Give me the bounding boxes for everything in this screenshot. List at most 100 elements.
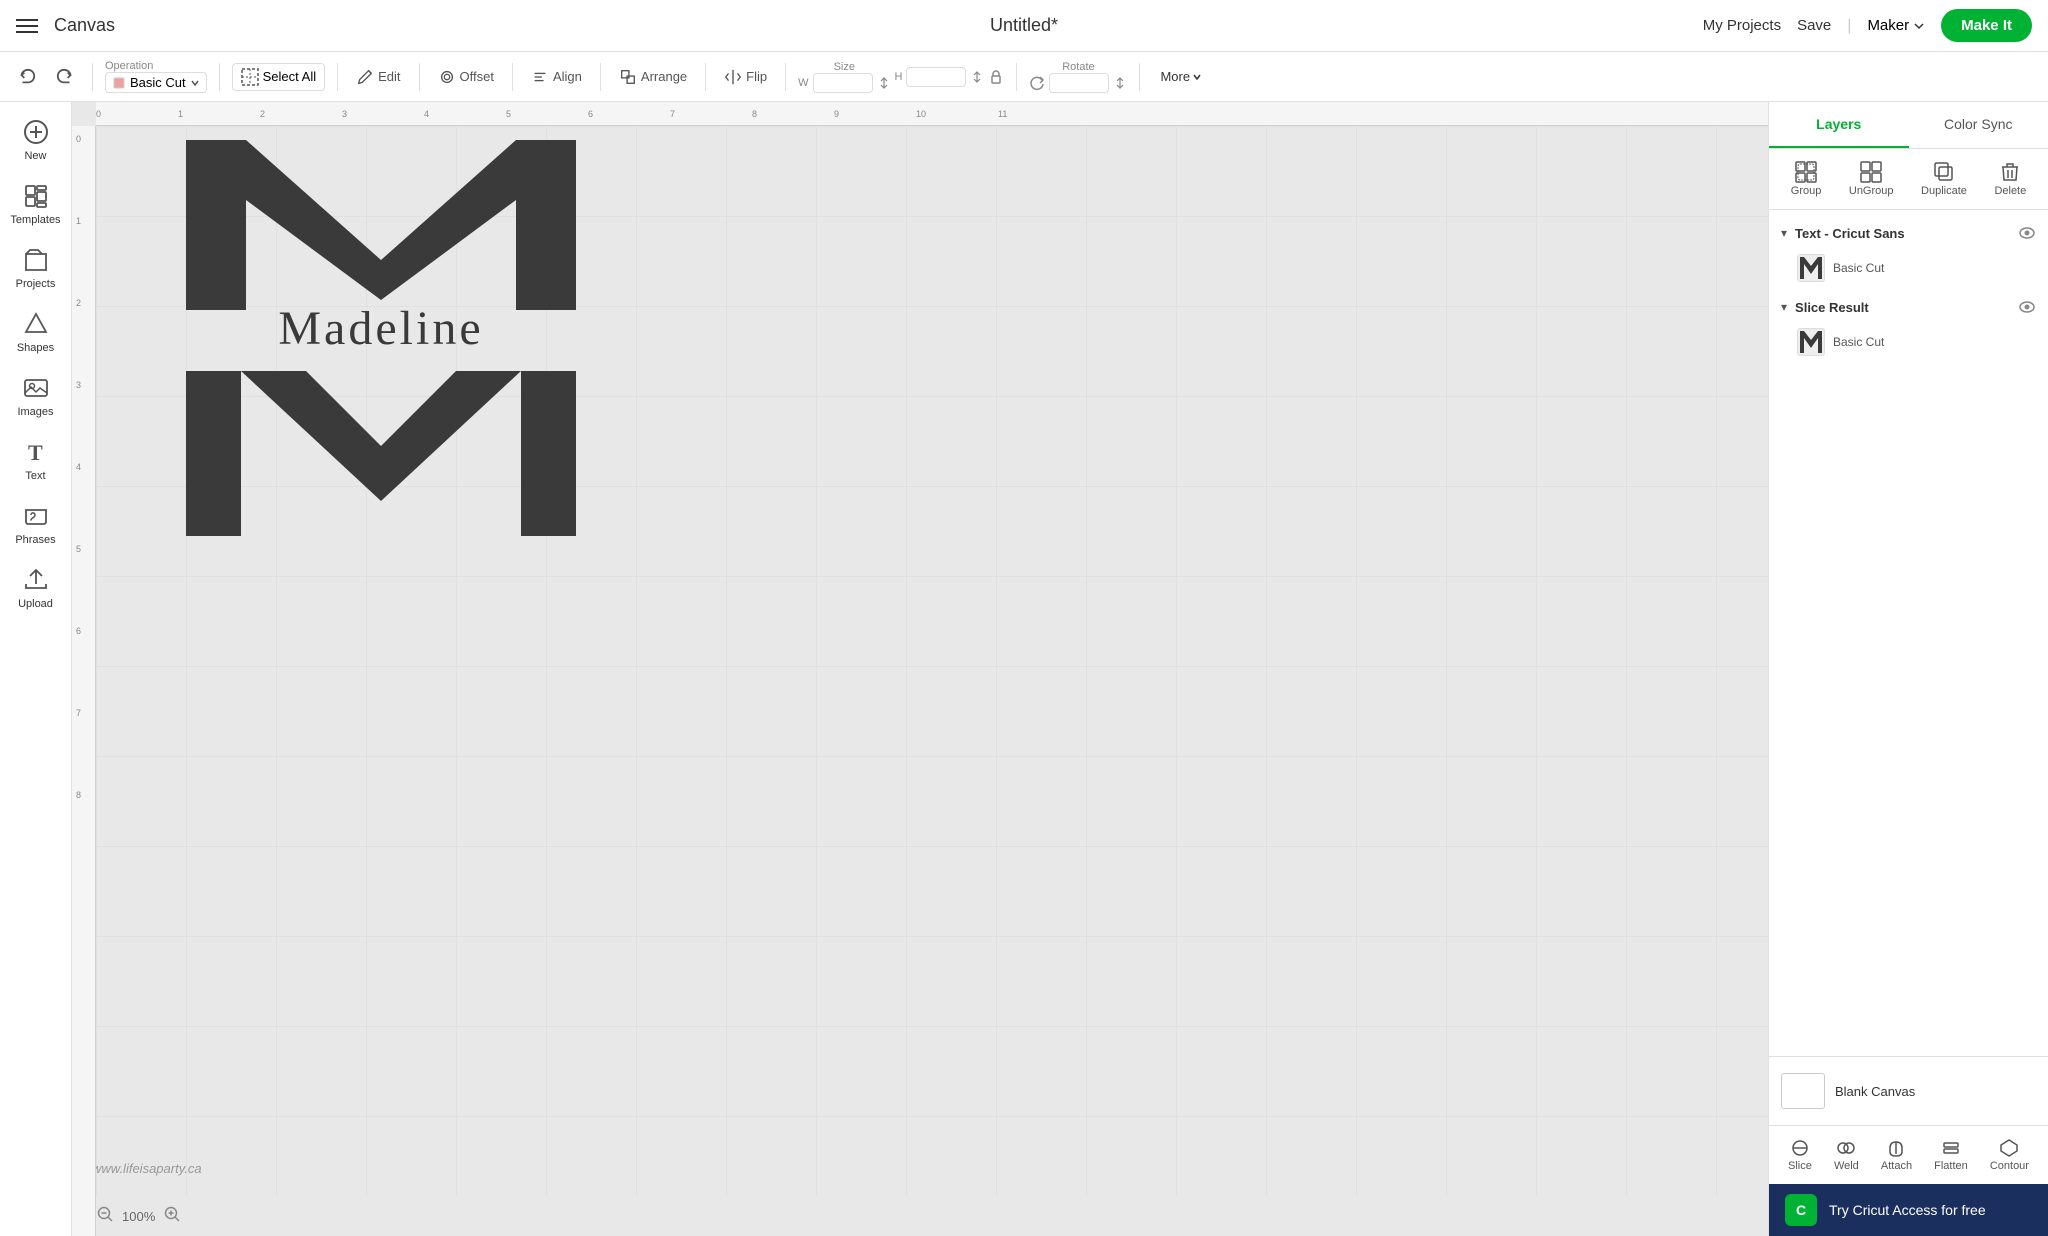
- sidebar-item-projects[interactable]: Projects: [4, 238, 68, 298]
- zoom-out-button[interactable]: [96, 1205, 114, 1228]
- weld-button[interactable]: Weld: [1828, 1134, 1865, 1176]
- sidebar-item-shapes[interactable]: Shapes: [4, 302, 68, 362]
- sidebar-item-new[interactable]: New: [4, 110, 68, 170]
- save-button[interactable]: Save: [1797, 17, 1831, 34]
- blank-canvas-item[interactable]: Blank Canvas: [1781, 1069, 2036, 1113]
- rotate-input[interactable]: [1049, 73, 1109, 93]
- toolbar-divider-8: [785, 63, 786, 91]
- sidebar-item-shapes-label: Shapes: [17, 342, 54, 354]
- redo-icon: [56, 68, 74, 86]
- contour-button[interactable]: Contour: [1984, 1134, 2035, 1176]
- my-projects-link[interactable]: My Projects: [1703, 17, 1781, 34]
- hamburger-menu[interactable]: [16, 19, 38, 33]
- rotate-label: Rotate: [1062, 61, 1094, 73]
- zoom-in-button[interactable]: [163, 1205, 181, 1228]
- delete-button[interactable]: Delete: [1986, 157, 2034, 201]
- layer-group-text-header[interactable]: ▾ Text - Cricut Sans: [1769, 218, 2048, 248]
- paint-icon: [112, 76, 126, 90]
- flatten-button[interactable]: Flatten: [1928, 1134, 1974, 1176]
- group-icon: [1795, 161, 1817, 183]
- operation-label: Operation: [105, 60, 207, 72]
- new-icon: [22, 118, 50, 146]
- m-top-svg: [186, 140, 576, 310]
- undo-icon: [18, 68, 36, 86]
- width-input[interactable]: [813, 73, 873, 93]
- edit-button[interactable]: Edit: [350, 64, 406, 90]
- shapes-icon: [22, 310, 50, 338]
- lock-icon[interactable]: [988, 69, 1004, 85]
- sidebar-item-phrases-label: Phrases: [15, 534, 55, 546]
- toolbar-divider-9: [1016, 63, 1017, 91]
- ruler-left: 0 1 2 3 4 5 6 7 8: [72, 126, 96, 1236]
- operation-group: Operation Basic Cut: [105, 60, 207, 93]
- arrange-button[interactable]: Arrange: [613, 64, 693, 90]
- undo-button[interactable]: [12, 64, 42, 90]
- select-all-icon: [241, 68, 259, 86]
- zoom-bar: 100%: [96, 1205, 181, 1228]
- visibility-icon-text[interactable]: [2018, 224, 2036, 242]
- operation-select[interactable]: Basic Cut: [105, 72, 207, 93]
- design-element-m-top[interactable]: [186, 140, 576, 315]
- duplicate-button[interactable]: Duplicate: [1913, 157, 1975, 201]
- tab-color-sync[interactable]: Color Sync: [1909, 102, 2048, 148]
- make-it-button[interactable]: Make It: [1941, 9, 2032, 42]
- layer-thumb-slice: [1797, 328, 1825, 356]
- main-area: New Templates Projects Shapes Images T T…: [0, 102, 2048, 1236]
- toolbar: Operation Basic Cut Select All Edit Offs…: [0, 52, 2048, 102]
- projects-icon: [22, 246, 50, 274]
- blank-canvas-thumb: [1781, 1073, 1825, 1109]
- blank-canvas-section: Blank Canvas: [1769, 1056, 2048, 1125]
- sidebar-item-new-label: New: [24, 150, 46, 162]
- ruler-top: 0 1 2 3 4 5 6 7 8 9 10 11: [96, 102, 1768, 126]
- offset-button[interactable]: Offset: [432, 64, 500, 90]
- redo-button[interactable]: [50, 64, 80, 90]
- toolbar-divider-7: [705, 63, 706, 91]
- bottom-tools: Slice Weld Attach Flatten Contour: [1769, 1125, 2048, 1184]
- slice-button[interactable]: Slice: [1782, 1134, 1818, 1176]
- flip-button[interactable]: Flip: [718, 64, 773, 90]
- design-element-text[interactable]: Madeline: [186, 301, 576, 356]
- more-button[interactable]: More: [1152, 65, 1210, 88]
- align-button[interactable]: Align: [525, 64, 588, 90]
- collapse-icon-slice: ▾: [1781, 300, 1787, 314]
- select-all-button[interactable]: Select All: [232, 63, 325, 91]
- layer-item-slice-basic-cut[interactable]: Basic Cut: [1769, 322, 2048, 362]
- tab-layers[interactable]: Layers: [1769, 102, 1909, 148]
- layer-group-slice-header[interactable]: ▾ Slice Result: [1769, 292, 2048, 322]
- ungroup-button[interactable]: UnGroup: [1841, 157, 1902, 201]
- toolbar-divider-4: [419, 63, 420, 91]
- cricut-promo-banner[interactable]: C Try Cricut Access for free: [1769, 1184, 2048, 1236]
- delete-icon: [1999, 161, 2021, 183]
- right-panel: Layers Color Sync Group UnGroup Duplicat…: [1768, 102, 2048, 1236]
- layer-group-text-title: Text - Cricut Sans: [1795, 226, 2010, 241]
- visibility-icon-slice[interactable]: [2018, 298, 2036, 316]
- phrases-icon: [22, 502, 50, 530]
- height-label: H: [895, 71, 903, 83]
- flip-icon: [724, 68, 742, 86]
- canvas-area[interactable]: 0 1 2 3 4 5 6 7 8 9 10 11 0 1 2 3 4 5 6 …: [72, 102, 1768, 1236]
- group-button[interactable]: Group: [1783, 157, 1830, 201]
- right-panel-tabs: Layers Color Sync: [1769, 102, 2048, 149]
- canvas-content[interactable]: Madeline: [96, 126, 1768, 1196]
- sidebar-item-text[interactable]: T Text: [4, 430, 68, 490]
- sidebar-item-images[interactable]: Images: [4, 366, 68, 426]
- height-input[interactable]: [906, 67, 966, 87]
- rotate-stepper-icon: [1113, 76, 1127, 90]
- align-icon: [531, 68, 549, 86]
- layer-item-text-basic-cut[interactable]: Basic Cut: [1769, 248, 2048, 288]
- layer-group-slice-title: Slice Result: [1795, 300, 2010, 315]
- sidebar-item-upload[interactable]: Upload: [4, 558, 68, 618]
- offset-icon: [438, 68, 456, 86]
- attach-button[interactable]: Attach: [1875, 1134, 1918, 1176]
- zoom-in-icon: [163, 1205, 181, 1223]
- toolbar-divider-2: [219, 63, 220, 91]
- sidebar-item-templates[interactable]: Templates: [4, 174, 68, 234]
- toolbar-divider-10: [1139, 63, 1140, 91]
- upload-icon: [22, 566, 50, 594]
- sidebar-item-upload-label: Upload: [18, 598, 53, 610]
- maker-selector[interactable]: Maker: [1867, 17, 1925, 34]
- design-element-m-bottom[interactable]: [186, 371, 576, 541]
- contour-icon: [1999, 1138, 2019, 1158]
- slice-icon: [1790, 1138, 1810, 1158]
- sidebar-item-phrases[interactable]: Phrases: [4, 494, 68, 554]
